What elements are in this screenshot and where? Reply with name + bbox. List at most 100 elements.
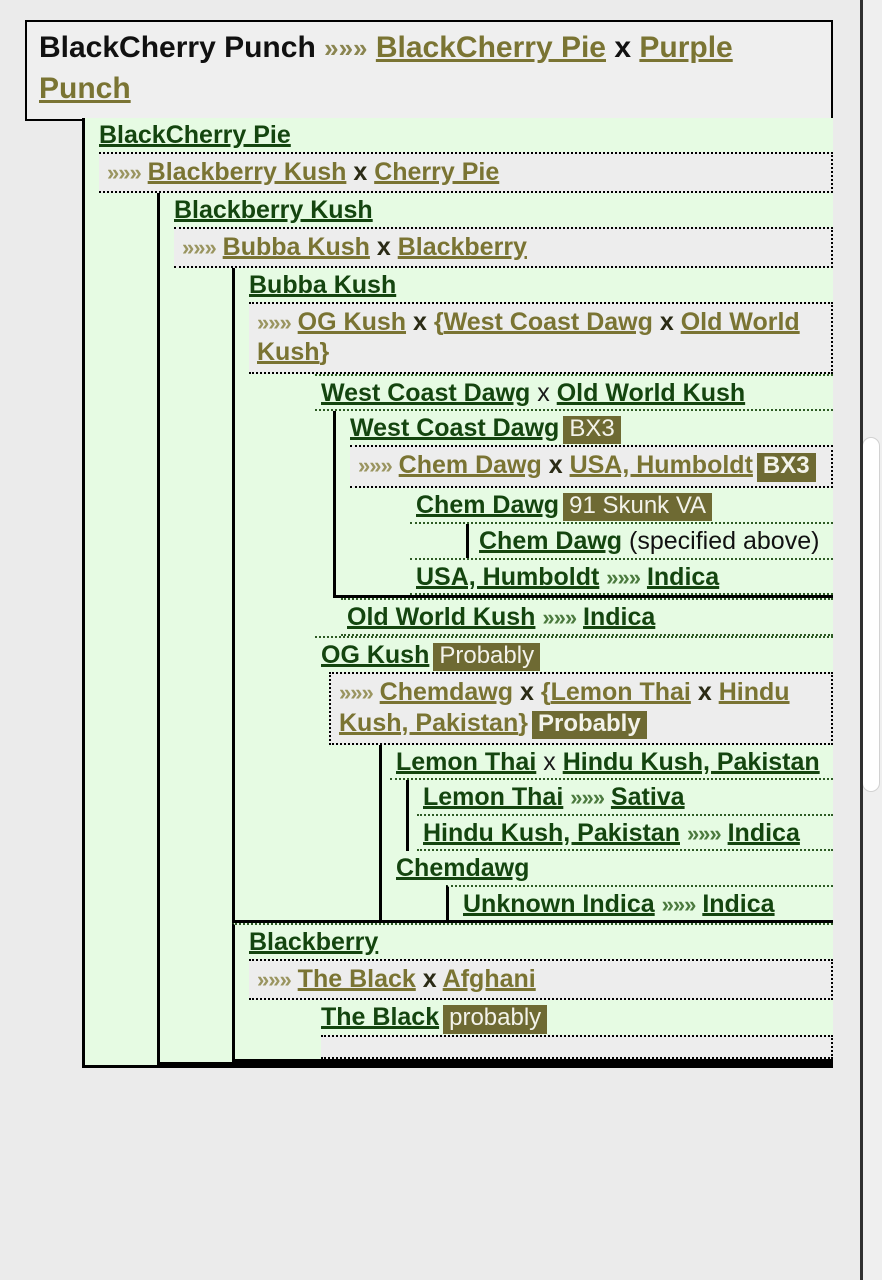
chevron-icon: »»»	[686, 820, 722, 846]
node-title-blackberry: Blackberry	[243, 925, 833, 959]
lineage-tree: BlackCherry Pie »»» Blackberry Kush x Ch…	[82, 118, 833, 1068]
link-blackcherry-pie[interactable]: BlackCherry Pie	[376, 31, 606, 64]
cross-separator: x	[519, 678, 534, 707]
badge-bx3: BX3	[756, 453, 816, 482]
link-blackberry-kush[interactable]: Blackberry Kush	[174, 196, 373, 224]
link-chemdawg[interactable]: Chemdawg	[396, 854, 529, 882]
cross-separator: x	[376, 232, 391, 261]
node-title-hindu-kush: Hindu Kush, Pakistan »»» Indica	[417, 816, 833, 852]
link-old-world-kush[interactable]: Old World Kush	[557, 379, 745, 407]
node-west-coast-dawg: West Coast Dawg BX3 »»» Chem Dawg x USA, …	[333, 411, 833, 599]
chevron-icon: »»»	[661, 891, 697, 917]
link-usa-humboldt[interactable]: USA, Humboldt	[570, 451, 753, 479]
cross-west-coast-dawg: »»» Chem Dawg x USA, Humboldt BX3	[350, 445, 833, 488]
link-chem-dawg[interactable]: Chem Dawg	[399, 451, 542, 479]
cross-the-black	[321, 1034, 833, 1059]
cross-separator: x	[543, 747, 556, 776]
node-the-black: The Black probably	[307, 1000, 833, 1059]
badge-bx3: BX3	[563, 415, 621, 445]
open-brace: {	[433, 307, 444, 336]
open-brace: {	[540, 678, 551, 707]
chevron-icon: »»»	[257, 309, 292, 335]
node-chem-dawg-ref: Chem Dawg (specified above)	[466, 524, 833, 558]
node-lemonthai-x-hindukush: Lemon Thai x Hindu Kush, Pakistan Lemon …	[379, 744, 833, 852]
cross-separator: x	[659, 307, 674, 336]
node-unknown-indica: Unknown Indica »»» Indica	[446, 884, 833, 921]
link-indica[interactable]: Indica	[702, 890, 774, 918]
link-west-coast-dawg[interactable]: West Coast Dawg	[321, 379, 530, 407]
link-west-coast-dawg[interactable]: West Coast Dawg	[444, 308, 653, 336]
badge-probably: Probably	[531, 710, 647, 739]
link-blackcherry-pie[interactable]: BlackCherry Pie	[99, 121, 291, 149]
link-lemon-thai[interactable]: Lemon Thai	[423, 783, 563, 811]
node-title-wcd-x-owk: West Coast Dawg x Old World Kush	[315, 373, 833, 411]
link-unknown-indica[interactable]: Unknown Indica	[463, 890, 655, 918]
chevron-icon: »»»	[542, 605, 577, 631]
link-the-black[interactable]: The Black	[298, 965, 416, 993]
cross-separator: x	[537, 378, 550, 407]
node-title-lemon-thai: Lemon Thai »»» Sativa	[417, 780, 833, 816]
link-sativa[interactable]: Sativa	[611, 783, 685, 811]
node-title-chemdawg: Chemdawg	[390, 851, 833, 885]
node-blackcherry-pie: BlackCherry Pie »»» Blackberry Kush x Ch…	[82, 118, 833, 1068]
link-cherry-pie[interactable]: Cherry Pie	[374, 158, 499, 186]
cross-separator: x	[353, 157, 368, 186]
chevron-icon: »»»	[257, 966, 292, 992]
cross-og-kush: »»» Chemdawg x {Lemon Thai x Hindu Kush,…	[329, 672, 833, 745]
badge-91-skunk-va: 91 Skunk VA	[563, 492, 713, 522]
close-brace: }	[518, 708, 528, 737]
link-afghani[interactable]: Afghani	[443, 965, 536, 993]
link-indica[interactable]: Indica	[647, 563, 719, 591]
page-title-box: BlackCherry Punch »»» BlackCherry Pie x …	[25, 20, 833, 121]
node-title-bubba-kush: Bubba Kush	[243, 268, 833, 302]
node-bubba-kush: Bubba Kush »»» OG Kush x {West Coast Daw…	[232, 268, 833, 924]
link-the-black[interactable]: The Black	[321, 1003, 439, 1031]
scrollbar-divider-line	[860, 0, 863, 1280]
link-og-kush[interactable]: OG Kush	[321, 641, 429, 669]
vertical-scrollbar-track[interactable]	[860, 0, 882, 1280]
cross-separator: x	[697, 678, 712, 707]
node-title-blackberry-kush: Blackberry Kush	[168, 193, 833, 227]
link-chem-dawg[interactable]: Chem Dawg	[479, 527, 622, 555]
link-lemon-thai[interactable]: Lemon Thai	[396, 748, 536, 776]
cross-bubba-kush: »»» OG Kush x {West Coast Dawg x Old Wor…	[249, 301, 833, 374]
cross-separator: x	[422, 964, 437, 993]
node-title-old-world-kush: Old World Kush »»» Indica	[341, 598, 833, 636]
node-blackberry-kush: Blackberry Kush »»» Bubba Kush x Blackbe…	[157, 193, 833, 1065]
close-brace: }	[319, 338, 330, 366]
chevron-icon: »»»	[358, 453, 393, 479]
link-bubba-kush[interactable]: Bubba Kush	[249, 271, 396, 299]
chevron-icon: »»»	[606, 564, 641, 590]
cross-separator: x	[548, 451, 563, 480]
link-blackberry-kush[interactable]: Blackberry Kush	[148, 158, 347, 186]
link-blackberry[interactable]: Blackberry	[398, 233, 527, 261]
badge-probably: Probably	[433, 642, 541, 672]
node-title-usa-humboldt: USA, Humboldt »»» Indica	[410, 557, 833, 596]
node-wcd-x-owk: West Coast Dawg x Old World Kush West Co…	[307, 373, 833, 636]
link-chem-dawg[interactable]: Chem Dawg	[416, 491, 559, 519]
link-chemdawg[interactable]: Chemdawg	[380, 678, 513, 706]
link-old-world-kush[interactable]: Old World Kush	[347, 603, 535, 631]
link-west-coast-dawg[interactable]: West Coast Dawg	[350, 414, 559, 442]
link-bubba-kush[interactable]: Bubba Kush	[223, 233, 370, 261]
cross-blackcherry-pie: »»» Blackberry Kush x Cherry Pie	[99, 151, 833, 193]
link-lemon-thai[interactable]: Lemon Thai	[551, 678, 691, 706]
vertical-scrollbar-thumb[interactable]	[862, 437, 880, 792]
chevron-icon: »»»	[324, 33, 368, 63]
link-hindu-kush-pakistan[interactable]: Hindu Kush, Pakistan	[423, 819, 680, 847]
link-blackberry[interactable]: Blackberry	[249, 928, 378, 956]
link-og-kush[interactable]: OG Kush	[298, 308, 406, 336]
link-hindu-kush-pakistan[interactable]: Hindu Kush, Pakistan	[563, 748, 820, 776]
cross-separator: x	[412, 307, 427, 336]
page-title-strain: BlackCherry Punch	[39, 31, 316, 64]
node-title-unknown-indica: Unknown Indica »»» Indica	[457, 887, 833, 921]
node-og-kush: OG Kush Probably »»» Chemdawg x {Lemon Th…	[307, 635, 833, 921]
link-usa-humboldt[interactable]: USA, Humboldt	[416, 563, 599, 591]
page-root: BlackCherry Punch »»» BlackCherry Pie x …	[0, 0, 882, 1280]
node-blackberry: Blackberry »»» The Black x Afghani The B…	[232, 923, 833, 1062]
link-indica[interactable]: Indica	[583, 603, 655, 631]
link-indica[interactable]: Indica	[728, 819, 800, 847]
note-specified-above: (specified above)	[629, 527, 820, 556]
chevron-icon: »»»	[182, 234, 217, 260]
node-chemdawg: Chemdawg Unknown Indica »»» Indica	[379, 851, 833, 921]
